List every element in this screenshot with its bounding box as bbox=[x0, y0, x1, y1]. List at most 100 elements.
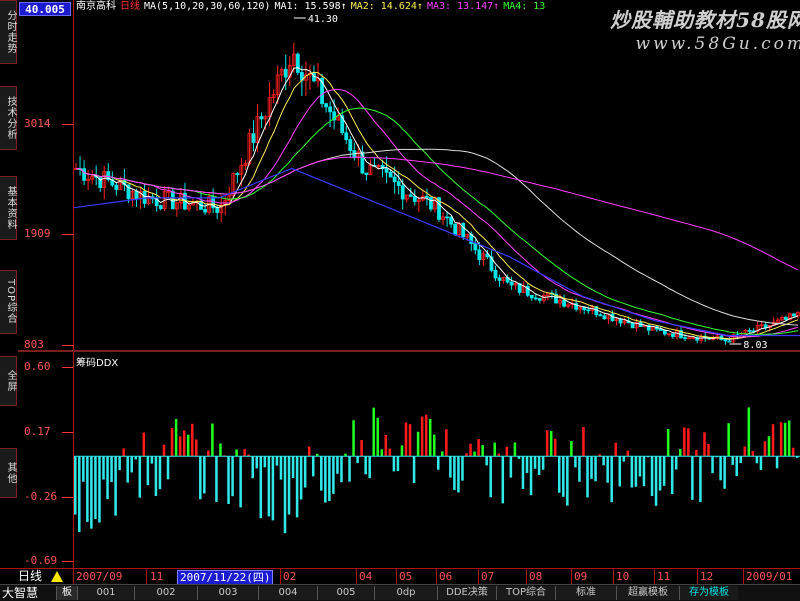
ddx-bar bbox=[783, 422, 787, 457]
app-name: 大智慧 bbox=[2, 586, 39, 600]
tab-005[interactable]: 005 bbox=[317, 586, 374, 600]
ddx-chart-canvas[interactable] bbox=[74, 352, 800, 568]
ddx-bar bbox=[74, 456, 77, 515]
side-tab-other[interactable]: 其他 bbox=[0, 448, 17, 498]
price-candle bbox=[497, 277, 502, 281]
time-axis-label: 05 bbox=[399, 570, 413, 583]
ddx-bar bbox=[461, 456, 464, 481]
price-candle bbox=[453, 223, 458, 236]
price-candle bbox=[602, 315, 607, 320]
price-chart-canvas[interactable]: 41.30 8.03 bbox=[74, 0, 800, 350]
tab-004[interactable]: 004 bbox=[258, 586, 317, 600]
ddx-indicator-pane[interactable]: 0.60 0.17 -0.26 -0.69 筹码DDX bbox=[18, 352, 800, 568]
price-chart-pane[interactable]: 40.005 3014 1909 803 南京高科 日线 MA(5,10,20,30… bbox=[18, 0, 800, 351]
ddx-bar bbox=[707, 443, 710, 457]
ddx-bar bbox=[408, 424, 412, 457]
ddx-bar bbox=[787, 420, 791, 457]
ddx-bar bbox=[586, 456, 589, 498]
ddx-bar bbox=[291, 456, 295, 479]
time-axis-label: 02 bbox=[283, 570, 297, 583]
ddx-bar bbox=[650, 456, 654, 496]
price-candle bbox=[683, 337, 687, 340]
side-tab-timeshare[interactable]: 分时走势 bbox=[0, 0, 17, 64]
tab-002[interactable]: 002 bbox=[134, 586, 197, 600]
price-candle bbox=[82, 168, 86, 181]
tab-003[interactable]: 003 bbox=[197, 586, 258, 600]
ddx-bar bbox=[102, 456, 105, 480]
time-axis-separator bbox=[356, 569, 357, 585]
ddx-bar bbox=[779, 422, 783, 457]
time-axis-separator bbox=[571, 569, 572, 585]
ddx-bar bbox=[755, 456, 759, 464]
ddx-bar bbox=[493, 442, 496, 457]
ddx-bar bbox=[489, 456, 492, 498]
ddx-bar bbox=[735, 456, 738, 476]
tab-001[interactable]: 001 bbox=[77, 586, 134, 600]
side-tab-fullscreen[interactable]: 全屏 bbox=[0, 356, 17, 406]
ddx-bar bbox=[174, 419, 178, 457]
tab-dde-decision[interactable]: DDE决策 bbox=[437, 586, 496, 600]
time-axis-separator bbox=[396, 569, 397, 585]
time-axis-separator bbox=[697, 569, 698, 585]
price-candle bbox=[493, 269, 498, 279]
ddx-axis-tick bbox=[62, 497, 73, 498]
ddx-bar bbox=[481, 445, 484, 457]
period-selector[interactable]: 日线 bbox=[18, 569, 52, 584]
ddx-bar bbox=[513, 442, 517, 457]
ddx-y-axis: 0.60 0.17 -0.26 -0.69 bbox=[18, 352, 74, 568]
ddx-bar bbox=[441, 451, 444, 457]
triangle-up-icon[interactable] bbox=[51, 571, 63, 582]
ddx-bar bbox=[727, 423, 730, 457]
ddx-bar bbox=[203, 456, 206, 494]
ddx-bar bbox=[566, 456, 569, 506]
ddx-bar bbox=[553, 438, 557, 457]
ddx-bar bbox=[199, 456, 202, 500]
low-price-label: 8.03 bbox=[743, 340, 767, 350]
price-candle bbox=[235, 173, 240, 175]
ddx-bar bbox=[263, 456, 267, 468]
ddx-bar bbox=[231, 456, 234, 497]
tab-super-template[interactable]: 超赢模板 bbox=[616, 586, 679, 600]
tab-board[interactable]: 板 bbox=[56, 586, 77, 600]
time-axis-label: 12 bbox=[700, 570, 714, 583]
ddx-bar bbox=[485, 456, 488, 466]
ddx-bar bbox=[469, 443, 472, 457]
ddx-bar bbox=[791, 447, 795, 457]
ddx-bar bbox=[590, 456, 593, 479]
time-axis-label: 11 bbox=[150, 570, 164, 583]
moving-average-line bbox=[76, 148, 799, 326]
ddx-bar bbox=[332, 456, 335, 494]
ddx-bar bbox=[731, 456, 734, 465]
ddx-bar bbox=[388, 448, 392, 457]
time-axis-separator bbox=[73, 569, 74, 585]
tab-top-composite[interactable]: TOP综合 bbox=[496, 586, 555, 600]
price-candle bbox=[529, 294, 534, 299]
ddx-bar bbox=[521, 456, 525, 490]
tab-standard[interactable]: 标准 bbox=[555, 586, 616, 600]
ddx-bar bbox=[271, 456, 275, 521]
ddx-bar bbox=[771, 424, 775, 457]
template-tabs-bar: 大智慧 板 001 002 003 004 005 0dp DDE决策 TOP综… bbox=[0, 584, 800, 601]
ddx-bar bbox=[384, 434, 388, 457]
price-candle bbox=[396, 181, 401, 187]
ddx-bar bbox=[578, 456, 581, 482]
price-candle bbox=[408, 194, 413, 197]
ddx-bar bbox=[775, 456, 779, 469]
ddx-bar bbox=[525, 456, 529, 473]
ddx-bar bbox=[622, 456, 626, 462]
side-tab-fundamentals[interactable]: 基本资料 bbox=[0, 176, 17, 240]
ddx-bar bbox=[239, 456, 242, 508]
ddx-bar bbox=[94, 456, 97, 520]
price-candle bbox=[344, 132, 349, 141]
price-candle bbox=[158, 205, 163, 210]
tab-0dp[interactable]: 0dp bbox=[374, 586, 437, 600]
ddx-bar bbox=[392, 456, 396, 472]
ddx-bar bbox=[699, 456, 702, 503]
ddx-bar bbox=[376, 417, 380, 457]
side-tab-top[interactable]: TOP综合 bbox=[0, 270, 17, 334]
ddx-bar bbox=[541, 456, 545, 470]
tab-save-template[interactable]: 存为模板 bbox=[679, 586, 738, 600]
price-y-axis: 40.005 3014 1909 803 bbox=[18, 0, 74, 351]
ddx-bar bbox=[178, 436, 182, 457]
side-tab-technical[interactable]: 技术分析 bbox=[0, 86, 17, 150]
